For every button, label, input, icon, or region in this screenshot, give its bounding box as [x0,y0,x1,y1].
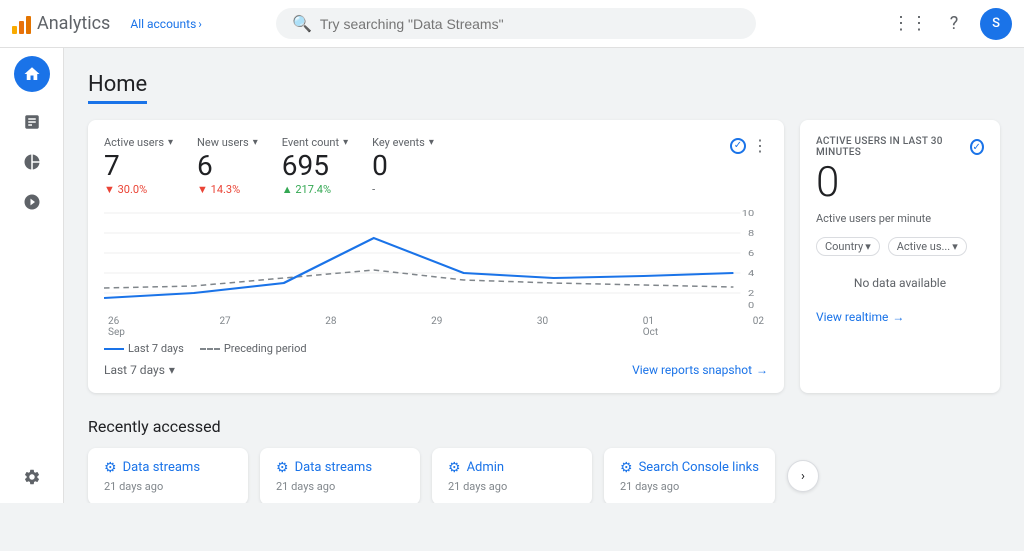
help-button[interactable]: ? [936,6,972,42]
recent-card-2[interactable]: ⚙ Admin 21 days ago [432,448,592,503]
view-realtime-link[interactable]: View realtime → [816,310,984,324]
app-logo: Analytics [12,13,110,34]
timerange-dropdown-icon: ▾ [169,363,175,377]
line-chart: 10 8 6 4 2 0 [104,208,768,308]
active-users-filter-dropdown: ▾ [952,240,958,253]
country-filter[interactable]: Country ▾ [816,237,880,256]
sidebar [0,48,64,503]
recently-accessed-list: ⚙ Data streams 21 days ago ⚙ Data stream… [88,448,1000,503]
metrics-check-icon: ✓ [730,138,746,154]
realtime-sublabel: Active users per minute [816,212,984,225]
new-users-dropdown[interactable]: ▾ [253,137,258,148]
realtime-value: 0 [816,158,984,208]
app-title: Analytics [37,13,110,34]
country-filter-dropdown: ▾ [865,240,871,253]
main-content: Home Active users ▾ 7 ▼ 30.0% New users … [64,48,1024,503]
recent-card-0[interactable]: ⚙ Data streams 21 days ago [88,448,248,503]
avatar[interactable]: S [980,8,1012,40]
svg-text:4: 4 [748,269,755,278]
top-cards-row: Active users ▾ 7 ▼ 30.0% New users ▾ 6 ▼… [88,120,1000,393]
search-input[interactable] [320,16,740,32]
svg-text:0: 0 [748,301,754,308]
realtime-header: Active users in last 30 minutes ✓ [816,136,984,158]
no-data-label: No data available [816,264,984,302]
realtime-card: Active users in last 30 minutes ✓ 0 Acti… [800,120,1000,393]
sidebar-explore-icon[interactable] [14,144,50,180]
realtime-filters: Country ▾ Active us... ▾ [816,237,984,256]
page-title: Home [88,72,147,104]
gear-icon-1: ⚙ [276,460,289,476]
metrics-header: Active users ▾ 7 ▼ 30.0% New users ▾ 6 ▼… [104,136,768,196]
search-bar: 🔍 [276,8,756,39]
sidebar-settings-icon[interactable] [14,459,50,495]
event-count-metric: Event count ▾ 695 ▲ 217.4% [282,136,348,196]
metrics-more-icon[interactable]: ⋮ [752,136,768,155]
svg-text:6: 6 [748,249,754,258]
event-count-dropdown[interactable]: ▾ [343,137,348,148]
key-events-metric: Key events ▾ 0 - [372,136,434,196]
gear-icon-2: ⚙ [448,460,461,476]
view-reports-link[interactable]: View reports snapshot → [632,363,768,377]
chart-legend: Last 7 days Preceding period [104,342,768,355]
chart-x-labels: 26Sep 27 28 29 30 01Oct 02 [104,316,768,338]
svg-text:8: 8 [748,229,754,238]
apps-button[interactable]: ⋮⋮ [892,6,928,42]
recent-card-1[interactable]: ⚙ Data streams 21 days ago [260,448,420,503]
recently-accessed-title: Recently accessed [88,417,1000,436]
gear-icon-0: ⚙ [104,460,117,476]
active-users-metric: Active users ▾ 7 ▼ 30.0% [104,136,173,196]
active-users-filter[interactable]: Active us... ▾ [888,237,967,256]
gear-icon-3: ⚙ [620,460,633,476]
recent-cards-next-button[interactable]: › [787,460,819,492]
account-selector[interactable]: All accounts › [130,17,202,31]
key-events-dropdown[interactable]: ▾ [429,137,434,148]
sidebar-advertising-icon[interactable] [14,184,50,220]
new-users-metric: New users ▾ 6 ▼ 14.3% [197,136,258,196]
logo-icon [12,14,31,34]
svg-text:10: 10 [742,209,754,218]
realtime-check-icon: ✓ [970,139,984,155]
topbar-actions: ⋮⋮ ? S [892,6,1012,42]
sidebar-reports-icon[interactable] [14,104,50,140]
active-users-dropdown[interactable]: ▾ [168,137,173,148]
topbar: Analytics All accounts › 🔍 ⋮⋮ ? S [0,0,1024,48]
sidebar-home-button[interactable] [14,56,50,92]
metrics-card: Active users ▾ 7 ▼ 30.0% New users ▾ 6 ▼… [88,120,784,393]
timerange-selector[interactable]: Last 7 days ▾ [104,363,175,377]
svg-text:2: 2 [748,289,755,298]
recent-card-3[interactable]: ⚙ Search Console links 21 days ago [604,448,775,503]
search-icon: 🔍 [292,14,312,33]
